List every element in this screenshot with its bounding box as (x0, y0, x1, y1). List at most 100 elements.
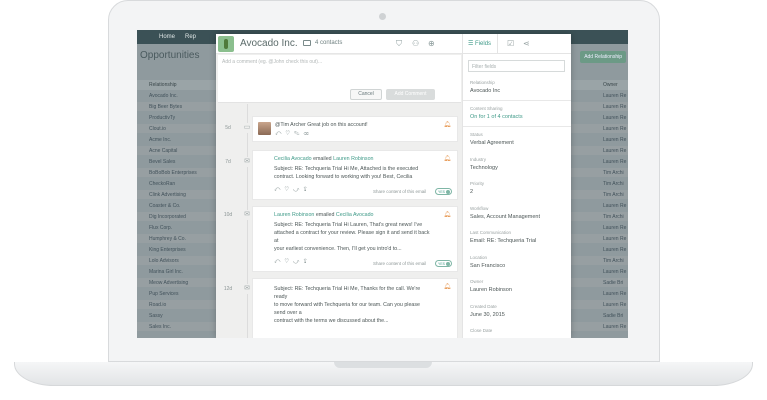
reply-icon[interactable]: ⤺ (274, 259, 284, 265)
row-relationship: Big Beer Bytes (149, 104, 183, 110)
toggle-label: YES (438, 189, 446, 194)
row-owner: Lauren Re (603, 148, 627, 154)
sender-link[interactable]: Lauren Robinson (274, 212, 314, 218)
field-value[interactable]: June 30, 2015 (470, 312, 505, 318)
row-owner: Lauren Re (603, 203, 627, 209)
like-icon[interactable]: ♡ (285, 131, 294, 137)
row-owner: Lauren Re (603, 104, 627, 110)
nav-item-rep[interactable]: Rep (185, 34, 196, 40)
comment-composer[interactable]: Add a comment (eg. @John check this out)… (218, 55, 461, 103)
email-line: attached a contract for your review. Ple… (274, 230, 430, 236)
cancel-button[interactable]: Cancel (350, 89, 382, 100)
field-label: Industry (470, 156, 487, 162)
sender-link[interactable]: Cecilia Avocado (274, 156, 312, 162)
field-value[interactable]: Email: RE: Techqueria Trial (470, 238, 536, 244)
field-value[interactable]: San Francisco (470, 263, 505, 269)
forward-icon[interactable]: ⤻ (293, 259, 303, 265)
list-icon: ☰ (468, 41, 476, 47)
recipient-link[interactable]: Lauren Robinson (333, 156, 373, 162)
row-owner: Lauren Re (603, 324, 627, 330)
row-relationship: BoBoBob Enterprises (149, 170, 197, 176)
row-relationship: Clout.io (149, 126, 166, 132)
field-label: Close Date (470, 328, 493, 333)
email-line: contract. Looking forward to working wit… (274, 174, 413, 180)
column-owner[interactable]: Owner (603, 82, 618, 88)
field-value[interactable]: On for 1 of 4 contacts (470, 114, 523, 120)
field-label: Priority (470, 181, 485, 186)
tab-tasks-icon[interactable]: ☑ (507, 39, 514, 48)
timeline-comment-card: @Tim Archer Great job on this account! ⤺… (252, 116, 458, 142)
field-value[interactable]: Avocado Inc (470, 88, 500, 94)
field-value[interactable]: Verbal Agreement (470, 140, 514, 146)
reply-icon[interactable]: ⤺ (274, 187, 284, 193)
row-relationship: Pup Services (149, 291, 179, 297)
screen: Home Rep Opportunities Add Relationship … (137, 30, 628, 338)
tab-fields[interactable]: ☰ Fields (463, 34, 498, 54)
timeline-email-card: Subject: RE: Techqueria Trial Hi Me, Tha… (252, 278, 458, 338)
field-value[interactable]: Sales, Account Management (470, 214, 540, 220)
page-title: Opportunities (140, 50, 200, 61)
laptop-notch (334, 362, 432, 368)
filter-fields-input[interactable]: Filter fields (468, 60, 565, 72)
add-contact-icon[interactable]: ⊕ (428, 39, 435, 48)
bell-icon[interactable]: 🔔︎ (443, 155, 451, 162)
column-relationship[interactable]: Relationship (149, 82, 177, 88)
row-owner: Sadie Bri (603, 313, 624, 319)
row-owner: Lauren Re (603, 137, 627, 143)
field-value[interactable]: Technology (470, 165, 498, 171)
row-relationship: Coaster & Co. (149, 203, 181, 209)
row-owner: Tim Archi (603, 214, 624, 220)
field-value[interactable]: 2 (470, 189, 473, 195)
bell-icon[interactable]: 🔔︎ (443, 283, 451, 290)
bell-icon[interactable]: 🔔︎ (443, 211, 451, 218)
recipient-link[interactable]: Cecilia Avocado (336, 212, 374, 218)
row-relationship: King Enterprises (149, 247, 186, 253)
row-owner: Lauren Re (603, 269, 627, 275)
share-toggle[interactable]: YES (435, 188, 452, 195)
nav-item-home[interactable]: Home (159, 34, 175, 40)
row-relationship: Marina Girl Inc. (149, 269, 183, 275)
field-label: Location (470, 254, 488, 260)
delete-icon[interactable]: ⌫ (304, 131, 313, 137)
email-line: Subject: RE: Techqueria Trial Hi Me, Tha… (274, 286, 421, 292)
add-relationship-button[interactable]: Add Relationship (580, 51, 626, 63)
like-icon[interactable]: ♡ (284, 259, 293, 265)
edit-icon[interactable]: ✎ (294, 131, 303, 137)
contact-card-icon[interactable]: ⚇ (412, 39, 419, 48)
field-divider (463, 126, 571, 127)
add-comment-button[interactable]: Add Comment (386, 89, 435, 100)
panel-tabs: ☰ Fields ☑ ⋖ (463, 34, 571, 54)
tab-fields-label: Fields (475, 41, 492, 47)
like-icon[interactable]: ♡ (284, 187, 293, 193)
row-relationship: Bevel Sales (149, 159, 176, 165)
row-relationship: Road.io (149, 302, 167, 308)
email-line: to move forward with Techqueria for our … (274, 302, 420, 308)
tab-share-icon[interactable]: ⋖ (523, 39, 530, 48)
forward-icon[interactable]: ⤻ (293, 187, 303, 193)
row-owner: Lauren Re (603, 302, 627, 308)
share-toggle[interactable]: YES (435, 260, 452, 267)
row-relationship: Avocado Inc. (149, 93, 178, 99)
row-owner: Lauren Re (603, 247, 627, 253)
field-label: Created Date (470, 303, 497, 309)
action-verb: emailed (313, 156, 332, 162)
row-owner: Lauren Re (603, 236, 627, 242)
timeline-day: 7d (225, 159, 231, 165)
contacts-icon[interactable] (303, 40, 311, 46)
comment-input[interactable]: Add a comment (eg. @John check this out)… (222, 59, 322, 65)
row-owner: Lauren Re (603, 225, 627, 231)
field-label: Workflow (470, 205, 489, 211)
row-owner: Tim Archi (603, 258, 624, 264)
field-label: Last Communication (470, 230, 512, 235)
bell-icon[interactable]: 🔔︎ (443, 121, 451, 128)
row-relationship: Dig Incorporated (149, 214, 186, 220)
email-line: contract with the terms we discussed abo… (274, 318, 389, 324)
row-relationship: Lolo Advisors (149, 258, 179, 264)
reply-icon[interactable]: ⤺ (275, 131, 285, 137)
field-value[interactable]: Lauren Robinson (470, 287, 512, 293)
share-icon[interactable]: ⇪ (303, 259, 310, 265)
timeline-email-card: Cecilia Avocado emailed Lauren Robinson … (252, 150, 458, 200)
contacts-count[interactable]: 4 contacts (315, 40, 342, 46)
share-icon[interactable]: ⇪ (303, 187, 310, 193)
shield-icon[interactable]: ⛉ (396, 39, 402, 49)
